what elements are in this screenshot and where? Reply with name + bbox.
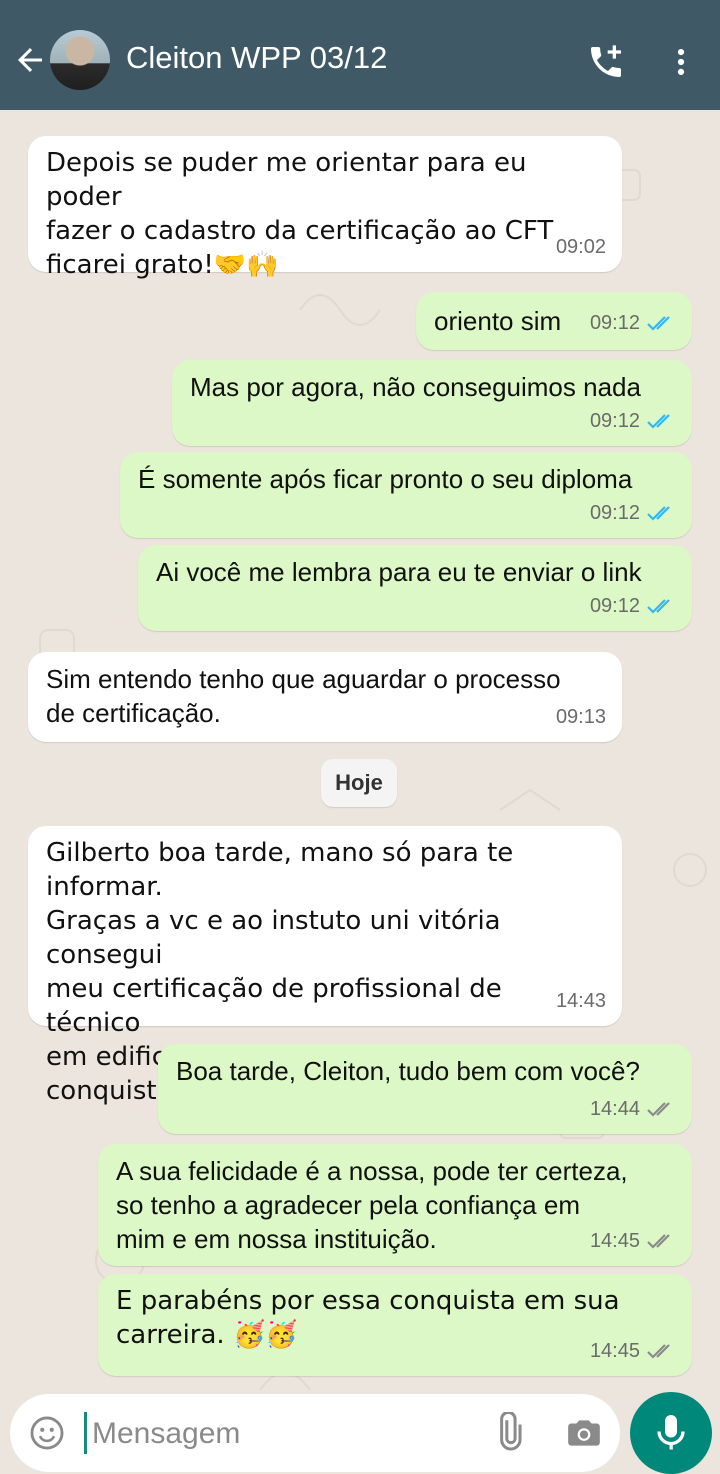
message-meta: 09:12 [590, 496, 676, 530]
message-text: Ai você me lembra para eu te enviar o li… [156, 557, 642, 587]
back-arrow-icon[interactable] [12, 42, 48, 78]
date-separator: Hoje [321, 759, 397, 807]
text-caret [84, 1412, 87, 1454]
message-bubble-outgoing[interactable]: É somente após ficar pronto o seu diplom… [120, 452, 692, 538]
delivered-ticks-icon [647, 1102, 670, 1117]
message-text: Depois se puder me orientar para eu pode… [46, 148, 554, 280]
message-meta: 14:43 [556, 984, 606, 1018]
message-time: 09:12 [589, 595, 640, 617]
contact-name[interactable]: Cleiton WPP 03/12 [126, 40, 387, 76]
camera-icon[interactable] [564, 1414, 604, 1452]
message-time: 14:45 [589, 1340, 640, 1362]
message-time: 14:45 [589, 1230, 640, 1252]
message-meta: 09:12 [590, 404, 676, 438]
message-bubble-outgoing[interactable]: Boa tarde, Cleiton, tudo bem com você? 1… [158, 1044, 692, 1134]
message-bubble-outgoing[interactable]: A sua felicidade é a nossa, pode ter cer… [98, 1144, 692, 1266]
emoji-icon[interactable] [28, 1414, 66, 1452]
message-meta: 09:02 [556, 230, 606, 264]
read-ticks-icon [647, 414, 670, 429]
message-time: 09:12 [589, 312, 640, 334]
chat-header: Cleiton WPP 03/12 [0, 0, 720, 110]
more-vert-icon[interactable] [664, 44, 698, 80]
message-bubble-outgoing[interactable]: oriento sim 09:12 [416, 292, 692, 350]
delivered-ticks-icon [647, 1234, 670, 1249]
message-composer [10, 1394, 620, 1472]
message-time: 09:12 [589, 502, 640, 524]
message-text: É somente após ficar pronto o seu diplom… [138, 464, 633, 494]
message-input[interactable] [90, 1408, 474, 1460]
mic-button[interactable] [630, 1392, 712, 1474]
avatar[interactable] [50, 30, 110, 90]
read-ticks-icon [647, 599, 670, 614]
message-text: Boa tarde, Cleiton, tudo bem com você? [176, 1056, 640, 1086]
message-meta: 14:45 [590, 1224, 676, 1258]
message-time: 09:12 [589, 410, 640, 432]
message-meta: 09:12 [590, 589, 676, 623]
delivered-ticks-icon [647, 1344, 670, 1359]
message-time: 14:43 [555, 990, 606, 1012]
message-bubble-incoming[interactable]: Depois se puder me orientar para eu pode… [28, 136, 622, 280]
message-time: 09:13 [555, 706, 606, 728]
message-bubble-outgoing[interactable]: Ai você me lembra para eu te enviar o li… [138, 545, 692, 631]
read-ticks-icon [647, 314, 676, 332]
message-text: Mas por agora, não conseguimos nada [190, 372, 641, 402]
message-meta: 09:12 [590, 306, 676, 340]
message-text: Sim entendo tenho que aguardar o process… [46, 664, 561, 728]
message-meta: 14:45 [590, 1334, 676, 1368]
message-bubble-outgoing[interactable]: E parabéns por essa conquista em sua car… [98, 1274, 692, 1376]
message-bubble-incoming[interactable]: Sim entendo tenho que aguardar o process… [28, 652, 622, 742]
read-ticks-icon [647, 506, 670, 521]
message-time: 09:02 [555, 236, 606, 258]
message-meta: 14:44 [590, 1092, 676, 1126]
attach-icon[interactable] [488, 1412, 528, 1452]
message-meta: 09:13 [556, 700, 606, 734]
message-bubble-outgoing[interactable]: Mas por agora, não conseguimos nada 09:1… [172, 360, 692, 446]
message-bubble-incoming[interactable]: Gilberto boa tarde, mano só para te info… [28, 826, 622, 1106]
add-call-icon[interactable] [586, 42, 626, 82]
mic-icon [657, 1415, 685, 1450]
message-time: 14:44 [589, 1098, 640, 1120]
